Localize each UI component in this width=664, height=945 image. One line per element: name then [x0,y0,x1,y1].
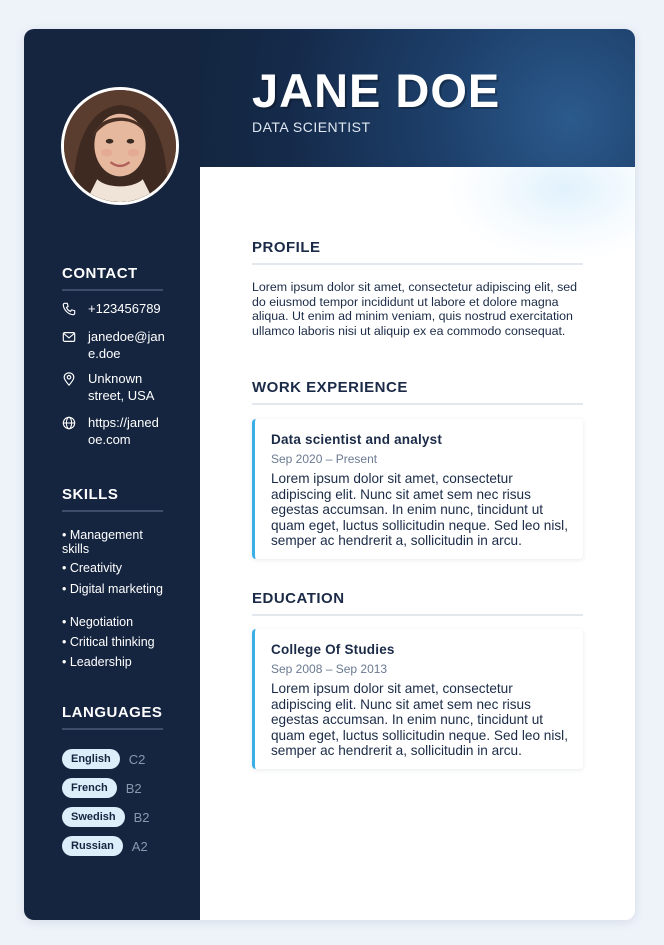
languages-heading: LANGUAGES [62,704,163,721]
contact-address: Unknown street, USA [62,370,172,404]
language-level: B2 [133,809,150,825]
skill-item: • Negotiation [62,615,134,629]
resume-card: CONTACT +123456789 janedoe@jane.doe Unkn… [24,29,635,920]
profile-photo [61,87,179,205]
sidebar: CONTACT +123456789 janedoe@jane.doe Unkn… [24,29,200,920]
education-entry: College Of Studies Sep 2008 – Sep 2013 L… [252,629,583,769]
work-entry-text: Lorem ipsum dolor sit amet, consectetur … [271,471,568,548]
contact-phone-text: +123456789 [88,301,161,316]
skill-item: • Management skills [62,528,143,556]
work-heading: WORK EXPERIENCE [252,379,408,396]
language-badge: French [62,778,117,798]
header-banner: JANE DOE DATA SCIENTIST [200,29,635,167]
skills-heading: SKILLS [62,486,119,503]
language-badge: Russian [62,836,123,856]
portrait-image [64,90,176,202]
profile-heading: PROFILE [252,239,321,256]
skills-divider [62,510,163,512]
language-row: Russian A2 [62,836,148,856]
language-badge: English [62,749,120,769]
languages-divider [62,728,163,730]
language-level: C2 [128,751,146,767]
education-entry-title: College Of Studies [271,642,395,657]
contact-email-text: janedoe@jane.doe [88,329,165,361]
contact-website[interactable]: https://janedoe.com [62,414,172,448]
work-entry: Data scientist and analyst Sep 2020 – Pr… [252,419,583,559]
contact-heading: CONTACT [62,265,138,282]
mail-icon [62,332,76,342]
profile-divider [252,263,583,265]
education-entry-date: Sep 2008 – Sep 2013 [271,662,388,676]
work-entry-title: Data scientist and analyst [271,432,443,447]
contact-address-text: Unknown street, USA [88,371,155,403]
contact-website-text: https://janedoe.com [88,415,159,447]
language-row: English C2 [62,749,145,769]
candidate-role: DATA SCIENTIST [252,119,371,135]
contact-email[interactable]: janedoe@jane.doe [62,328,172,362]
contact-phone: +123456789 [62,300,172,317]
phone-icon [62,302,76,316]
location-pin-icon [63,372,75,386]
education-divider [252,614,583,616]
education-heading: EDUCATION [252,590,345,607]
language-badge: Swedish [62,807,125,827]
contact-divider [62,289,163,291]
language-row: French B2 [62,778,142,798]
skill-item: • Creativity [62,561,122,575]
language-row: Swedish B2 [62,807,150,827]
candidate-name: JANE DOE [252,64,501,117]
skill-item: • Leadership [62,655,132,669]
work-entry-date: Sep 2020 – Present [271,452,378,466]
language-level: A2 [131,838,148,854]
work-divider [252,403,583,405]
profile-text: Lorem ipsum dolor sit amet, consectetur … [252,280,578,338]
skill-item: • Critical thinking [62,635,155,649]
skill-item: • Digital marketing [62,582,163,596]
globe-icon [62,416,76,430]
language-level: B2 [125,780,142,796]
main-content: JANE DOE DATA SCIENTIST PROFILE Lorem ip… [200,29,635,920]
education-entry-text: Lorem ipsum dolor sit amet, consectetur … [271,681,568,758]
